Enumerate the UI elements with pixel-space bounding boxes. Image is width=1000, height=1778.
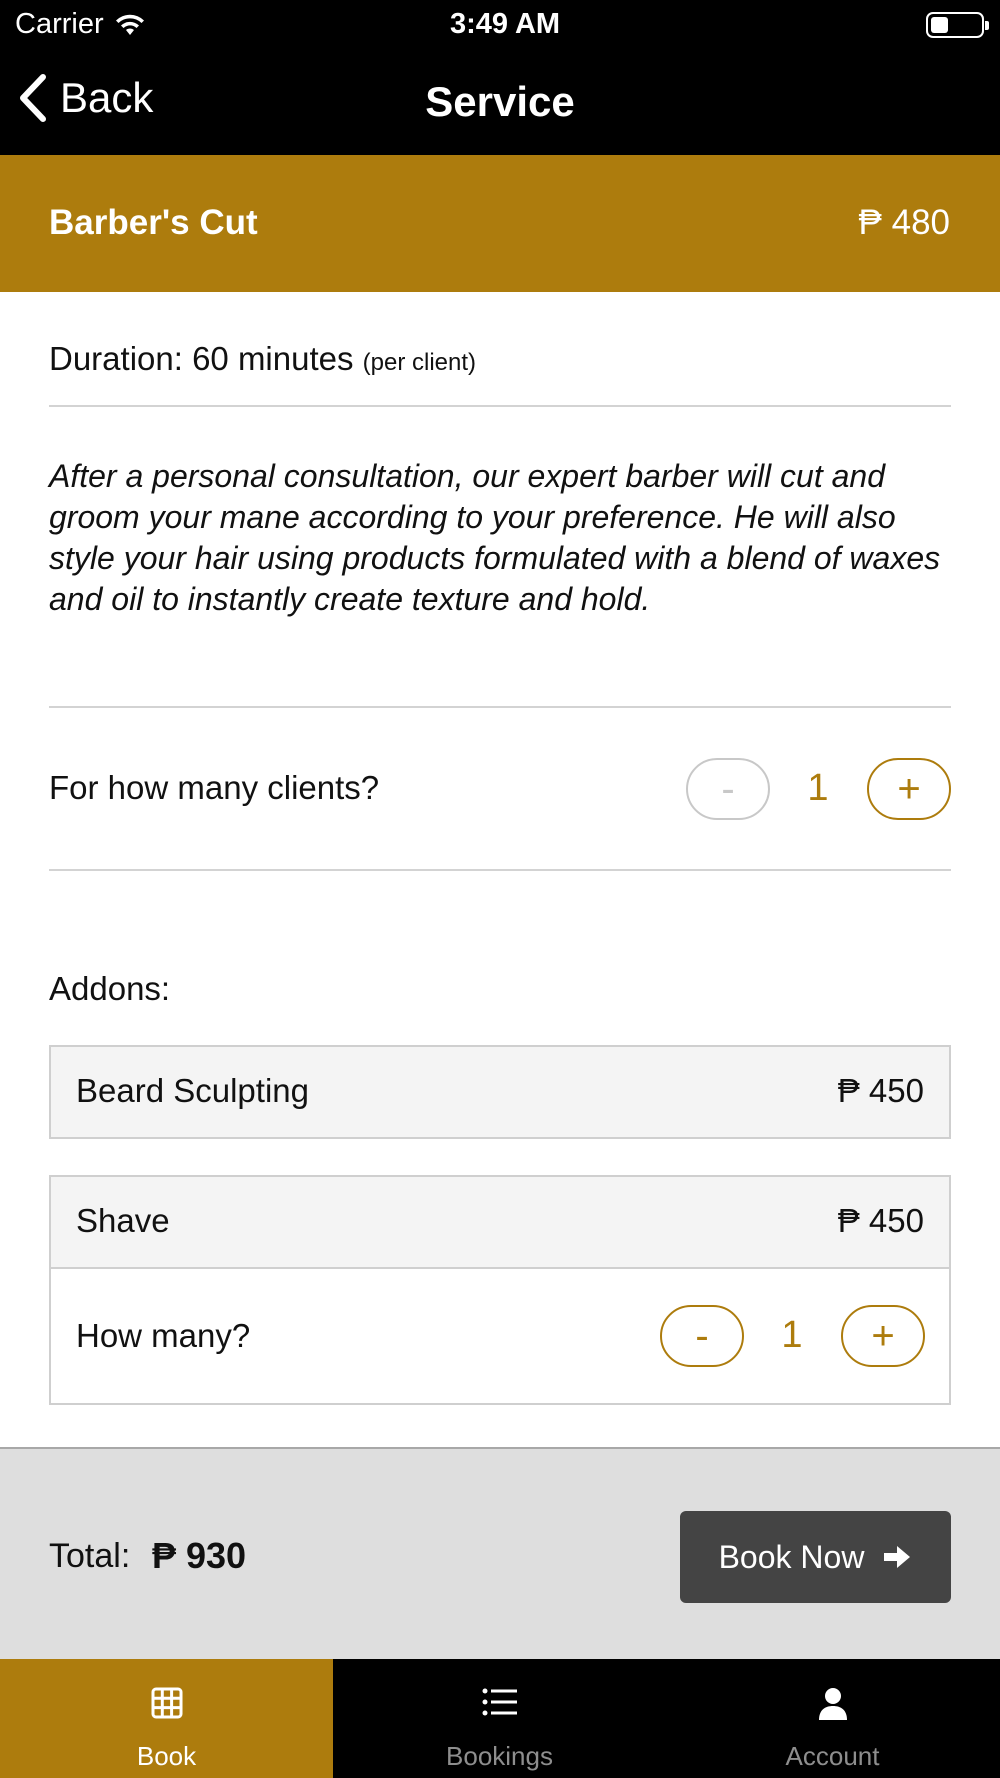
- status-time: 3:49 AM: [449, 8, 561, 40]
- tab-bookings[interactable]: Bookings: [333, 1659, 666, 1778]
- book-now-button[interactable]: Book Now: [680, 1511, 951, 1603]
- tab-label: Bookings: [446, 1741, 553, 1771]
- addon-quantity-row: How many? - 1 +: [51, 1267, 949, 1403]
- tab-book[interactable]: Book: [0, 1659, 333, 1778]
- clients-minus-button[interactable]: -: [686, 758, 770, 820]
- addon-minus-button[interactable]: -: [660, 1305, 744, 1367]
- plus-icon: +: [897, 766, 921, 811]
- duration-note: (per client): [362, 349, 477, 376]
- divider: [49, 706, 951, 708]
- addon-name: Beard Sculpting: [76, 1072, 309, 1109]
- divider: [49, 869, 951, 871]
- minus-icon: -: [695, 1313, 709, 1358]
- total-bar: Total: ₱ 930 Book Now: [0, 1447, 1000, 1659]
- service-name: Barber's Cut: [49, 203, 258, 242]
- grid-icon: [151, 1687, 182, 1719]
- book-now-label: Book Now: [718, 1538, 865, 1575]
- clients-count: 1: [807, 767, 829, 809]
- addon-beard-sculpting[interactable]: Beard Sculpting ₱ 450: [49, 1045, 951, 1139]
- service-description: After a personal consultation, our exper…: [49, 458, 941, 617]
- minus-icon: -: [721, 766, 735, 811]
- service-header: Barber's Cut ₱ 480: [0, 155, 1000, 292]
- addon-name: Shave: [76, 1202, 170, 1239]
- tab-account[interactable]: Account: [666, 1659, 999, 1778]
- addon-shave[interactable]: Shave ₱ 450 How many? - 1 +: [49, 1175, 951, 1405]
- battery-icon: [926, 12, 989, 38]
- tab-label: Account: [785, 1741, 880, 1771]
- total-label: Total:: [49, 1537, 131, 1575]
- page-title: Service: [425, 78, 575, 125]
- divider: [49, 405, 951, 407]
- addon-quantity: 1: [781, 1314, 803, 1356]
- addon-row[interactable]: Shave ₱ 450: [51, 1177, 949, 1267]
- plus-icon: +: [871, 1313, 895, 1358]
- total-value: ₱ 930: [152, 1535, 247, 1576]
- addon-row[interactable]: Beard Sculpting ₱ 450: [51, 1047, 949, 1137]
- status-bar: Carrier 3:49 AM: [0, 0, 1000, 50]
- tab-bar: Book Bookings Account: [0, 1659, 1000, 1778]
- arrow-right-icon: [884, 1546, 911, 1568]
- addon-price: ₱ 450: [837, 1072, 924, 1109]
- addon-price: ₱ 450: [837, 1202, 924, 1239]
- duration-value: Duration: 60 minutes: [49, 340, 354, 377]
- addon-quantity-label: How many?: [76, 1317, 251, 1354]
- clients-plus-button[interactable]: +: [867, 758, 951, 820]
- list-icon: [482, 1688, 517, 1716]
- nav-bar: Back Service: [0, 50, 1000, 155]
- person-icon: [818, 1688, 847, 1720]
- addons-label: Addons:: [49, 970, 171, 1007]
- clients-label: For how many clients?: [49, 769, 380, 806]
- service-price: ₱ 480: [858, 203, 950, 242]
- addon-plus-button[interactable]: +: [841, 1305, 925, 1367]
- duration-text: Duration: 60 minutes (per client): [49, 340, 476, 378]
- tab-label: Book: [136, 1741, 197, 1771]
